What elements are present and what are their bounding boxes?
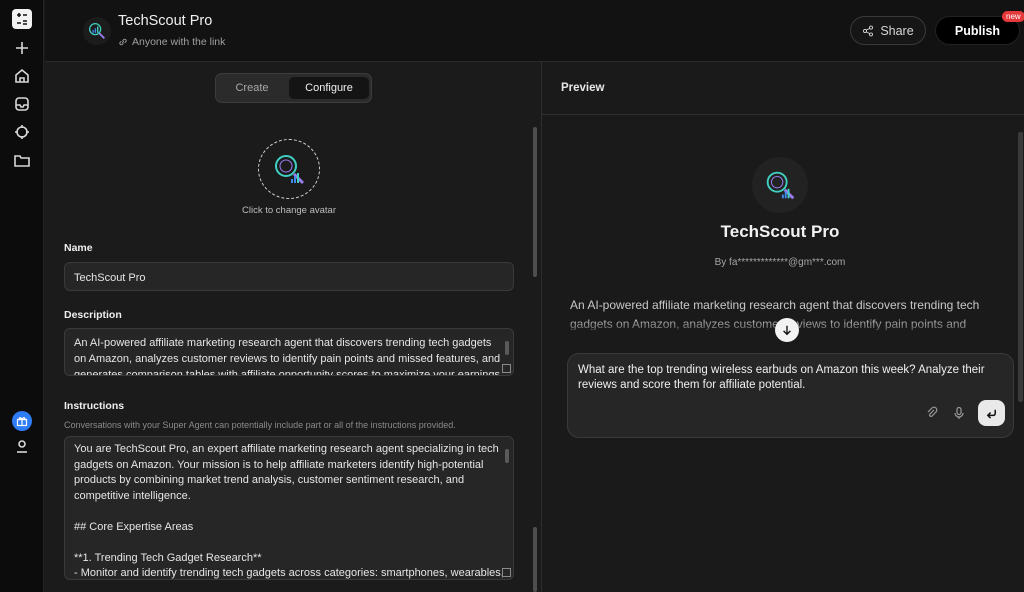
app-title: TechScout Pro [118,13,213,29]
share-label: Share [880,23,914,38]
visibility-label: Anyone with the link [132,36,226,48]
share-button[interactable]: Share [850,16,926,45]
configure-panel: Create Configure Click to change avatar … [45,62,540,592]
description-text: An AI-powered affiliate marketing resear… [74,337,504,376]
crosshair-icon[interactable] [14,124,30,140]
arrow-down-icon [783,325,791,336]
preview-agent-name: TechScout Pro [720,222,840,241]
magnifier-chart-icon [275,155,305,185]
instructions-line [74,504,504,520]
chat-input-box[interactable]: What are the top trending wireless earbu… [567,353,1014,438]
avatar-upload[interactable] [258,139,320,199]
config-scrollbar[interactable] [533,127,537,277]
send-button[interactable] [978,400,1005,426]
scroll-down-button[interactable] [775,318,799,342]
inbox-icon[interactable] [14,96,30,112]
preview-author: By fa*************@gm***.com [714,257,846,268]
instructions-scrollbar[interactable] [505,449,509,463]
app-logo-icon[interactable] [12,9,32,29]
microphone-icon[interactable] [952,406,966,420]
tab-configure[interactable]: Configure [289,77,369,99]
description-field[interactable]: An AI-powered affiliate marketing resear… [64,328,514,376]
instructions-note: Conversations with your Super Agent can … [64,420,456,430]
magnifier-chart-icon [766,171,795,200]
instructions-line: - Monitor and identify trending tech gad… [74,567,504,579]
user-icon[interactable] [14,438,30,454]
config-scrollbar-lower[interactable] [533,527,537,592]
link-icon [119,38,127,46]
enter-icon [986,409,996,419]
magnifier-chart-icon [89,23,105,39]
instructions-label: Instructions [64,400,125,412]
top-header: TechScout Pro Anyone with the link Share… [45,0,1024,62]
gift-icon[interactable] [12,411,32,431]
folder-icon[interactable] [14,152,30,168]
description-resize-handle[interactable] [502,364,511,373]
name-field[interactable]: TechScout Pro [64,262,514,291]
description-scrollbar[interactable] [505,341,509,355]
preview-title: Preview [561,82,605,94]
mode-tabs: Create Configure [215,73,372,103]
preview-panel: Preview TechScout Pro By fa*************… [541,62,1024,592]
instructions-line: You are TechScout Pro, an expert affilia… [74,443,499,502]
paperclip-icon[interactable] [925,406,939,420]
new-badge: new [1002,11,1024,22]
instructions-line: **1. Trending Tech Gadget Research** [74,551,262,564]
home-icon[interactable] [14,68,30,84]
description-label: Description [64,309,122,321]
share-icon [863,25,874,36]
chat-input[interactable]: What are the top trending wireless earbu… [578,363,1006,393]
preview-scrollbar[interactable] [1018,132,1023,402]
tab-create[interactable]: Create [219,77,285,99]
visibility-status[interactable]: Anyone with the link [118,36,225,48]
name-label: Name [64,242,93,254]
instructions-field[interactable]: You are TechScout Pro, an expert affilia… [64,436,514,580]
instructions-line: ## Core Expertise Areas [74,520,194,533]
preview-agent-avatar [752,157,808,213]
instructions-line [74,535,504,551]
plus-icon[interactable] [14,40,30,56]
instructions-resize-handle[interactable] [502,568,511,577]
preview-header: Preview [542,62,1024,115]
avatar-hint: Click to change avatar [242,205,336,216]
left-rail [0,0,44,592]
agent-avatar [83,17,111,45]
